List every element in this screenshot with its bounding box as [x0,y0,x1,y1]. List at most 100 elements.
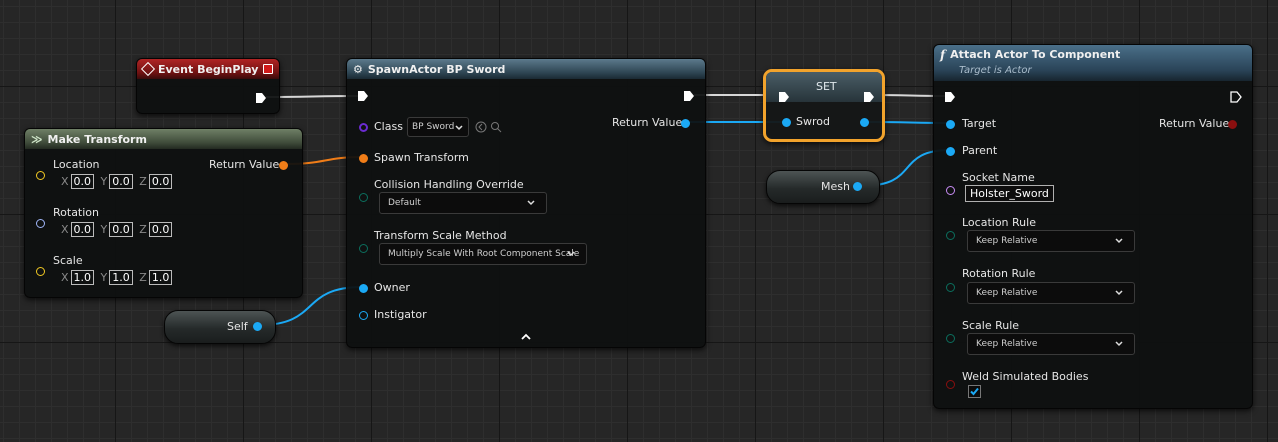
set-swrod-in-pin[interactable] [782,118,791,127]
attach-actor-node[interactable]: f Attach Actor To Component Target is Ac… [933,44,1253,409]
make-transform-header: ≫ Make Transform [25,129,302,149]
location-x-field[interactable]: 0.0 [70,174,95,189]
scale-x-axis: X [61,271,69,284]
location-rule-pin[interactable] [946,231,955,240]
parent-pin[interactable] [946,147,955,156]
chevron-down-icon [455,125,463,131]
scale-y-field[interactable]: 1.0 [109,270,133,285]
class-dropdown[interactable]: BP Sword [407,117,469,137]
rotation-rule-pin[interactable] [946,283,955,292]
event-beginplay-title: Event BeginPlay [158,62,259,76]
attach-return-pin[interactable] [1228,120,1237,129]
scale-rule-dropdown[interactable]: Keep Relative [967,333,1135,355]
collision-dropdown-value: Default [388,198,421,208]
rotation-label: Rotation [53,206,100,219]
checkmark-icon [970,387,979,396]
attach-return-label: Return Value [1159,117,1230,130]
spawn-actor-node[interactable]: ⚙ SpawnActor BP Sword Class BP Sword Ret… [346,58,706,348]
collision-enum-pin[interactable] [359,193,368,202]
make-transform-return-label: Return Value [209,158,280,171]
chevron-down-icon [567,251,575,257]
weld-checkbox[interactable] [968,385,981,398]
instigator-label: Instigator [374,308,427,321]
socket-name-pin[interactable] [946,186,955,195]
spawn-actor-icon: ⚙ [353,62,363,76]
attach-actor-subtitle: Target is Actor [959,65,1032,76]
self-output-pin[interactable] [253,322,262,331]
location-y-axis: Y [100,175,108,188]
scale-z-field[interactable]: 1.0 [148,270,173,285]
delegate-square-icon [263,64,273,74]
scale-fields: X 1.0 Y 1.0 Z 1.0 [61,270,175,285]
rotation-x-field[interactable]: 0.0 [70,222,95,237]
scale-rule-pin[interactable] [946,334,955,343]
spawn-actor-header: ⚙ SpawnActor BP Sword [347,59,705,79]
function-icon: f [940,48,946,62]
function-pure-icon: ≫ [31,132,43,146]
make-transform-node[interactable]: ≫ Make Transform Return Value Location X… [24,128,303,298]
scale-label: Scale [53,254,83,267]
location-rule-dropdown[interactable]: Keep Relative [967,230,1135,252]
attach-actor-title: Attach Actor To Component [950,48,1121,61]
chevron-down-icon [1115,238,1123,244]
spawn-transform-pin[interactable] [359,154,368,163]
weld-bool-pin[interactable] [946,380,955,389]
scale-rule-label: Scale Rule [962,319,1020,332]
scale-method-dropdown[interactable]: Multiply Scale With Root Component Scale [379,243,587,265]
event-beginplay-node[interactable]: Event BeginPlay [136,58,280,114]
self-node[interactable]: Self [164,310,276,344]
set-swrod-label: Swrod [796,115,830,128]
instigator-pin[interactable] [359,311,368,320]
scale-vector-pin[interactable] [36,267,45,276]
spawn-exec-in-pin[interactable] [357,90,369,102]
location-x-axis: X [61,175,69,188]
search-icon[interactable] [490,121,502,133]
browse-arrow-icon[interactable] [475,121,487,133]
class-pin[interactable] [359,123,368,132]
target-pin[interactable] [946,120,955,129]
make-transform-title: Make Transform [47,132,147,146]
rotation-y-field[interactable]: 0.0 [109,222,133,237]
self-label: Self [227,320,248,333]
scale-x-field[interactable]: 1.0 [70,270,95,285]
rotation-z-field[interactable]: 0.0 [148,222,173,237]
owner-label: Owner [374,281,410,294]
class-dropdown-value: BP Sword [412,122,455,132]
rotation-rule-value: Keep Relative [976,288,1038,298]
rotation-rule-dropdown[interactable]: Keep Relative [967,282,1135,304]
rotation-rotator-pin[interactable] [36,219,45,228]
set-swrod-out-pin[interactable] [860,118,869,127]
set-exec-out-pin[interactable] [863,91,875,103]
scale-rule-value: Keep Relative [976,339,1038,349]
location-vector-pin[interactable] [36,171,45,180]
event-beginplay-header: Event BeginPlay [137,59,279,79]
rotation-fields: X 0.0 Y 0.0 Z 0.0 [61,222,175,237]
event-diamond-icon [140,61,156,77]
scale-method-enum-pin[interactable] [359,244,368,253]
location-label: Location [53,158,100,171]
mesh-output-pin[interactable] [853,182,862,191]
owner-pin[interactable] [359,284,368,293]
location-rule-value: Keep Relative [976,236,1038,246]
set-node[interactable]: SET Swrod [763,69,885,142]
collapse-chevron-up-icon[interactable] [520,332,532,342]
transform-return-pin[interactable] [279,161,288,170]
class-label: Class [374,120,403,133]
chevron-down-icon [527,200,535,206]
parent-label: Parent [962,144,998,157]
collision-dropdown[interactable]: Default [379,192,547,214]
spawn-return-pin[interactable] [681,119,690,128]
scale-method-label: Transform Scale Method [374,229,507,242]
socket-name-input[interactable]: Holster_Sword [965,185,1054,202]
set-title: SET [816,80,837,93]
spawn-exec-out-pin[interactable] [683,90,695,102]
location-z-field[interactable]: 0.0 [148,174,173,189]
scale-y-axis: Y [100,271,108,284]
attach-exec-out-pin[interactable] [1230,91,1242,103]
location-y-field[interactable]: 0.0 [109,174,133,189]
set-exec-in-pin[interactable] [778,91,790,103]
exec-out-pin[interactable] [255,92,267,104]
attach-exec-in-pin[interactable] [944,91,956,103]
rotation-rule-label: Rotation Rule [962,267,1036,280]
mesh-node[interactable]: Mesh [766,170,880,204]
